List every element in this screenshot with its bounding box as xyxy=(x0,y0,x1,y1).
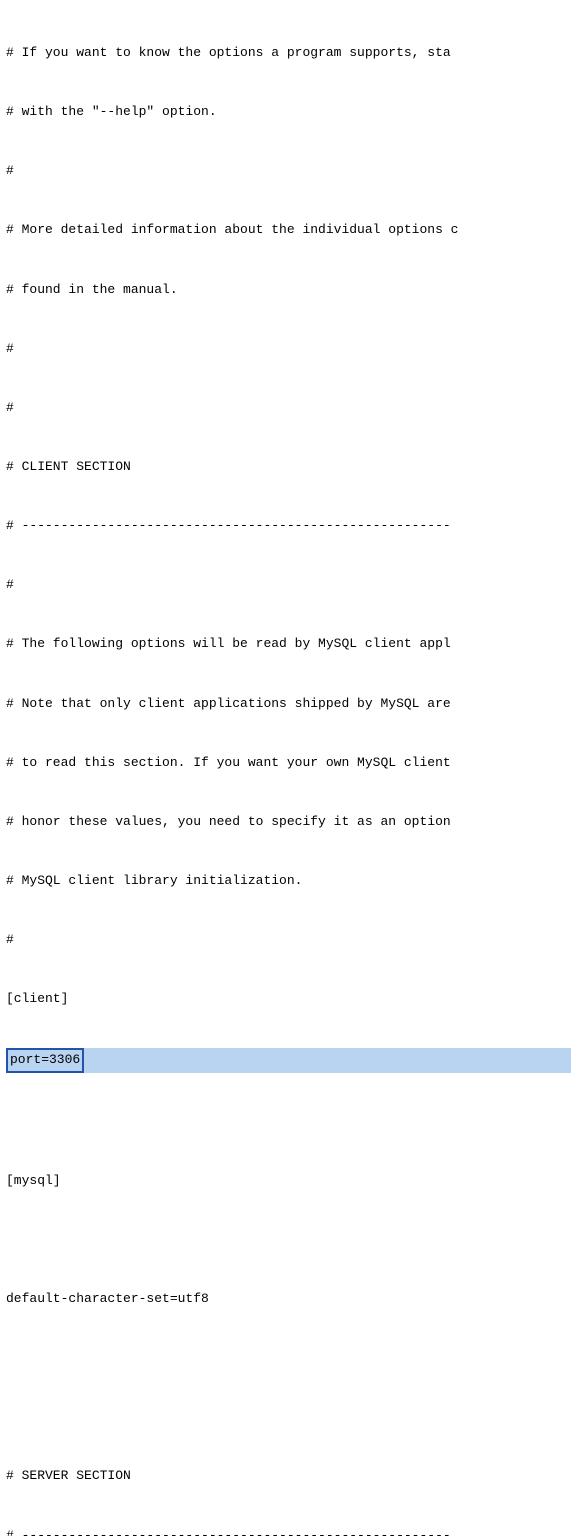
editor-content: # If you want to know the options a prog… xyxy=(0,0,577,1536)
line-9: # --------------------------------------… xyxy=(6,516,571,536)
line-12: # Note that only client applications shi… xyxy=(6,694,571,714)
line-6: # xyxy=(6,339,571,359)
line-1: # If you want to know the options a prog… xyxy=(6,43,571,63)
line-2: # with the "--help" option. xyxy=(6,102,571,122)
line-18-highlighted[interactable]: port=3306 xyxy=(6,1048,571,1072)
line-11: # The following options will be read by … xyxy=(6,634,571,654)
line-13: # to read this section. If you want your… xyxy=(6,753,571,773)
line-8: # CLIENT SECTION xyxy=(6,457,571,477)
port-value-client[interactable]: port=3306 xyxy=(6,1048,84,1072)
line-7: # xyxy=(6,398,571,418)
line-4: # More detailed information about the in… xyxy=(6,220,571,240)
line-21 xyxy=(6,1230,571,1250)
line-25: # SERVER SECTION xyxy=(6,1466,571,1486)
line-22: default-character-set=utf8 xyxy=(6,1289,571,1309)
line-19 xyxy=(6,1112,571,1132)
line-26: # --------------------------------------… xyxy=(6,1526,571,1536)
line-20: [mysql] xyxy=(6,1171,571,1191)
line-23 xyxy=(6,1348,571,1368)
line-24 xyxy=(6,1407,571,1427)
line-5: # found in the manual. xyxy=(6,280,571,300)
line-10: # xyxy=(6,575,571,595)
line-15: # MySQL client library initialization. xyxy=(6,871,571,891)
line-16: # xyxy=(6,930,571,950)
line-3: # xyxy=(6,161,571,181)
line-14: # honor these values, you need to specif… xyxy=(6,812,571,832)
line-17: [client] xyxy=(6,989,571,1009)
